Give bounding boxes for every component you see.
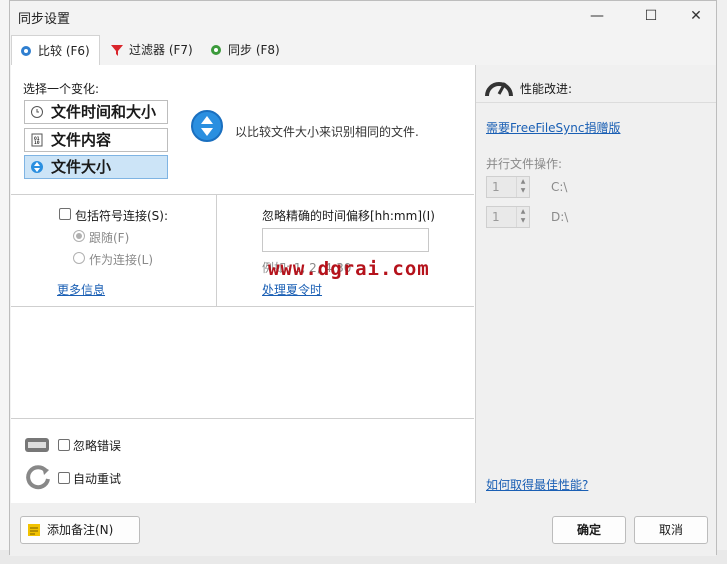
ignore-errors-checkbox[interactable] [58, 439, 70, 451]
add-note-label: 添加备注(N) [47, 523, 114, 537]
drive-c-label: C:\ [551, 180, 568, 194]
tab-sync-label: 同步 (F8) [228, 43, 280, 57]
cancel-button[interactable]: 取消 [634, 516, 708, 544]
best-performance-link[interactable]: 如何取得最佳性能? [486, 476, 588, 493]
cancel-label: 取消 [658, 523, 683, 537]
tab-bar: 比较 (F6) 过滤器 (F7) 同步 (F8) [10, 35, 716, 65]
compare-panel: 选择一个变化: 文件时间和大小 01 10 文件内容 文件大小 以比较文件大小来识… [11, 65, 476, 503]
add-note-button[interactable]: 添加备注(N) [20, 516, 140, 544]
ignore-errors-icon [25, 438, 49, 452]
performance-panel: 性能改进: 需要FreeFileSync捐赠版 并行文件操作: 1 ▲ ▼ C:\… [476, 65, 716, 503]
ok-label: 确定 [576, 523, 601, 537]
stepper-arrows-icon[interactable]: ▲ ▼ [516, 177, 529, 197]
variant-time-size-label: 文件时间和大小 [51, 103, 157, 121]
speedometer-icon [485, 82, 513, 97]
more-info-link[interactable]: 更多信息 [57, 281, 105, 298]
variant-content-button[interactable]: 01 10 文件内容 [24, 128, 168, 152]
clock-file-icon [31, 106, 43, 118]
title-bar: 同步设置 — ☐ ✕ [10, 1, 716, 31]
size-compare-icon [191, 110, 223, 142]
window-title: 同步设置 [18, 12, 71, 27]
as-link-radio[interactable] [73, 252, 85, 264]
svg-text:10: 10 [34, 140, 40, 145]
donation-edition-link[interactable]: 需要FreeFileSync捐赠版 [486, 119, 620, 136]
minimize-button[interactable]: — [577, 5, 617, 27]
sync-gear-icon [211, 45, 221, 55]
ok-button[interactable]: 确定 [552, 516, 626, 544]
note-icon [28, 524, 40, 536]
time-shift-input[interactable] [262, 228, 429, 252]
tab-compare[interactable]: 比较 (F6) [11, 35, 100, 65]
parallel-c-stepper[interactable]: 1 ▲ ▼ [486, 176, 530, 198]
parallel-ops-label: 并行文件操作: [486, 157, 563, 171]
performance-title: 性能改进: [520, 82, 573, 96]
variant-time-size-button[interactable]: 文件时间和大小 [24, 100, 168, 124]
time-shift-label: 忽略精确的时间偏移[hh:mm](I) [262, 209, 435, 223]
dialog-footer: 添加备注(N) 确定 取消 [10, 503, 716, 556]
filter-icon [111, 45, 123, 56]
auto-retry-checkbox[interactable] [58, 472, 70, 484]
drive-d-label: D:\ [551, 210, 569, 224]
dst-link[interactable]: 处理夏令时 [262, 281, 322, 298]
tab-sync[interactable]: 同步 (F8) [202, 35, 314, 65]
auto-retry-label: 自动重试 [73, 472, 122, 486]
tab-filter-label: 过滤器 (F7) [129, 43, 193, 57]
divider [476, 102, 716, 103]
retry-icon [26, 465, 50, 490]
variant-section-label: 选择一个变化: [23, 82, 100, 96]
follow-radio[interactable] [73, 230, 85, 242]
gear-icon [21, 46, 31, 56]
size-arrows-icon [31, 161, 43, 173]
parallel-d-stepper[interactable]: 1 ▲ ▼ [486, 206, 530, 228]
variant-size-label: 文件大小 [51, 158, 112, 176]
stepper-arrows-icon[interactable]: ▲ ▼ [516, 207, 529, 227]
divider [216, 195, 217, 306]
as-link-label: 作为连接(L) [89, 253, 154, 267]
follow-label: 跟随(F) [89, 231, 130, 245]
symlinks-checkbox[interactable] [59, 208, 71, 220]
divider [11, 306, 474, 307]
divider [11, 418, 474, 419]
parallel-c-value: 1 [492, 180, 500, 194]
symlinks-label: 包括符号连接(S): [75, 209, 169, 223]
binary-file-icon: 0110 [31, 133, 43, 147]
watermark-text: www.dgrai.com [268, 258, 430, 280]
divider [11, 194, 474, 195]
parallel-d-value: 1 [492, 210, 500, 224]
variant-description: 以比较文件大小来识别相同的文件. [235, 125, 419, 139]
maximize-button[interactable]: ☐ [631, 5, 671, 27]
close-button[interactable]: ✕ [676, 5, 716, 27]
tab-compare-label: 比较 (F6) [38, 44, 90, 58]
ignore-errors-label: 忽略错误 [73, 439, 122, 453]
variant-content-label: 文件内容 [51, 131, 112, 149]
variant-size-button[interactable]: 文件大小 [24, 155, 168, 179]
